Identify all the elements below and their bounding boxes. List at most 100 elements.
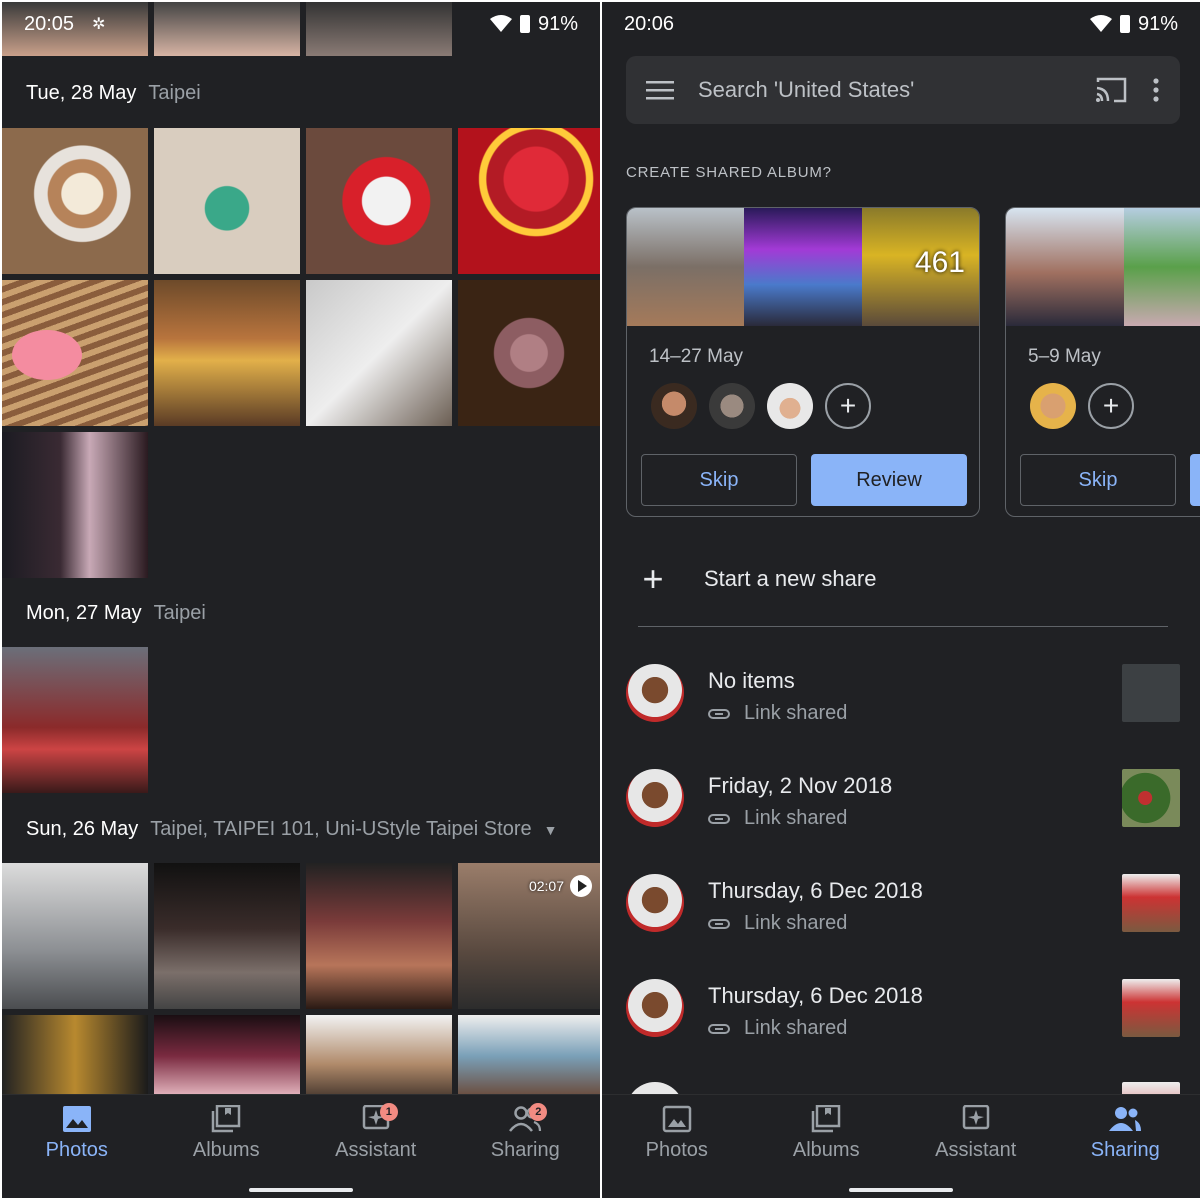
review-button[interactable] — [1190, 454, 1200, 506]
card-date-range: 5–9 May — [1028, 346, 1101, 367]
photo-street-night[interactable] — [154, 863, 300, 1009]
suggestion-card[interactable]: 461 14–27 May + Skip Review — [626, 207, 980, 517]
card-thumb — [1124, 208, 1200, 326]
photo-installation[interactable] — [306, 280, 452, 426]
nav-albums[interactable]: Albums — [752, 1095, 902, 1198]
link-icon — [708, 813, 730, 824]
share-item[interactable]: Thursday, 6 Dec 2018 Link shared — [626, 979, 1180, 1069]
plus-icon: + — [839, 390, 857, 421]
plus-icon: + — [1102, 390, 1120, 421]
photo-storefronts[interactable] — [306, 863, 452, 1009]
share-item[interactable]: Friday, 2 Nov 2018 Link shared — [626, 769, 1180, 859]
more-icon[interactable] — [1152, 77, 1160, 103]
nav-photos[interactable]: Photos — [2, 1095, 152, 1198]
photo-market-video[interactable]: 02:07 — [458, 863, 600, 1009]
photo-figurine[interactable] — [306, 128, 452, 274]
card-date-range: 14–27 May — [649, 346, 744, 367]
photo-party[interactable] — [2, 647, 148, 793]
add-person-button[interactable]: + — [1088, 383, 1134, 429]
card-thumb: 461 — [861, 208, 979, 326]
card-thumb — [627, 208, 745, 326]
divider — [638, 626, 1168, 627]
status-bar: 20:05 ✲ 91% — [2, 2, 600, 46]
avatar — [626, 769, 684, 827]
photo-icon — [662, 1105, 691, 1133]
status-time: 20:05 — [24, 12, 75, 35]
share-item[interactable]: No items Link shared — [626, 664, 1180, 754]
nav-sharing[interactable]: Sharing — [1051, 1095, 1200, 1198]
section-title: CREATE SHARED ALBUM? — [626, 164, 832, 181]
sharing-screen: 20:06 91% Search 'United States' CREATE … — [602, 2, 1200, 1198]
battery-icon — [519, 15, 530, 33]
gesture-handle[interactable] — [249, 1188, 353, 1192]
photo-gallery[interactable] — [2, 863, 148, 1009]
photo-icon — [62, 1106, 91, 1132]
share-item[interactable]: Thursday, 6 Dec 2018 Link shared — [626, 874, 1180, 964]
video-badge: 02:07 — [529, 875, 592, 897]
card-thumb — [1006, 208, 1124, 326]
plus-icon: + — [642, 558, 664, 599]
status-bar: 20:06 91% — [602, 2, 1200, 46]
nav-sharing[interactable]: 2 Sharing — [451, 1095, 601, 1198]
battery-level: 91% — [1137, 12, 1178, 35]
photo-pig[interactable] — [2, 280, 148, 426]
albums-icon — [212, 1105, 241, 1133]
avatar — [626, 874, 684, 932]
nav-assistant[interactable]: Assistant — [901, 1095, 1051, 1198]
nav-albums[interactable]: Albums — [152, 1095, 302, 1198]
link-icon — [708, 918, 730, 929]
assistant-badge: 1 — [379, 1103, 398, 1121]
photo-dish[interactable] — [458, 280, 600, 426]
avatar — [626, 664, 684, 722]
wifi-icon — [489, 15, 512, 32]
review-button[interactable]: Review — [811, 454, 967, 506]
menu-icon[interactable] — [646, 80, 674, 100]
photo-lotus[interactable] — [154, 128, 300, 274]
bottom-nav: Photos Albums 1 Assistant 2 Sharing — [2, 1094, 600, 1198]
search-placeholder[interactable]: Search 'United States' — [698, 77, 1070, 103]
share-thumbnail — [1122, 664, 1180, 722]
photo-display[interactable] — [2, 432, 148, 578]
bottom-nav: Photos Albums Assistant Sharing — [602, 1094, 1200, 1198]
photo-neon[interactable] — [154, 1015, 300, 1097]
share-thumbnail — [1122, 874, 1180, 932]
share-thumbnail — [1122, 769, 1180, 827]
avatar[interactable] — [1030, 383, 1076, 429]
photo-shop-interior[interactable] — [306, 1015, 452, 1097]
add-person-button[interactable]: + — [825, 383, 871, 429]
card-thumb — [744, 208, 862, 326]
date-header[interactable]: Sun, 26 May Taipei, TAIPEI 101, Uni-USty… — [26, 818, 557, 841]
play-icon — [570, 875, 592, 897]
photo-shop-aisle[interactable] — [458, 1015, 600, 1097]
share-thumbnail — [1122, 979, 1180, 1037]
nav-photos[interactable]: Photos — [602, 1095, 752, 1198]
nav-assistant[interactable]: 1 Assistant — [301, 1095, 451, 1198]
suggestion-card[interactable]: 5–9 May + Skip — [1005, 207, 1200, 517]
cast-icon[interactable] — [1094, 76, 1128, 104]
search-bar[interactable]: Search 'United States' — [626, 56, 1180, 124]
wifi-icon — [1089, 15, 1112, 32]
photo-coffee[interactable] — [2, 128, 148, 274]
card-thumbnails: 461 — [627, 208, 979, 326]
start-new-share[interactable]: + Start a new share — [638, 558, 876, 600]
battery-level: 91% — [537, 12, 578, 35]
photos-screen: 20:05 ✲ 91% Tue, 28 May Taipei Mon, 27 M… — [2, 2, 600, 1198]
suggested-people: + — [651, 383, 871, 429]
battery-icon — [1119, 15, 1130, 33]
card-thumbnails — [1006, 208, 1200, 326]
photo-statue[interactable] — [2, 1015, 148, 1097]
avatar[interactable] — [709, 383, 755, 429]
avatar — [626, 979, 684, 1037]
photo-ducks[interactable] — [154, 280, 300, 426]
sharing-badge: 2 — [529, 1103, 548, 1121]
avatar[interactable] — [767, 383, 813, 429]
skip-button[interactable]: Skip — [1020, 454, 1176, 506]
date-header: Tue, 28 May Taipei — [26, 82, 201, 104]
gesture-handle[interactable] — [849, 1188, 953, 1192]
skip-button[interactable]: Skip — [641, 454, 797, 506]
link-icon — [708, 1023, 730, 1034]
avatar[interactable] — [651, 383, 697, 429]
sharing-icon — [1109, 1107, 1142, 1131]
photo-count: 461 — [914, 246, 965, 279]
photo-heart[interactable] — [458, 128, 600, 274]
